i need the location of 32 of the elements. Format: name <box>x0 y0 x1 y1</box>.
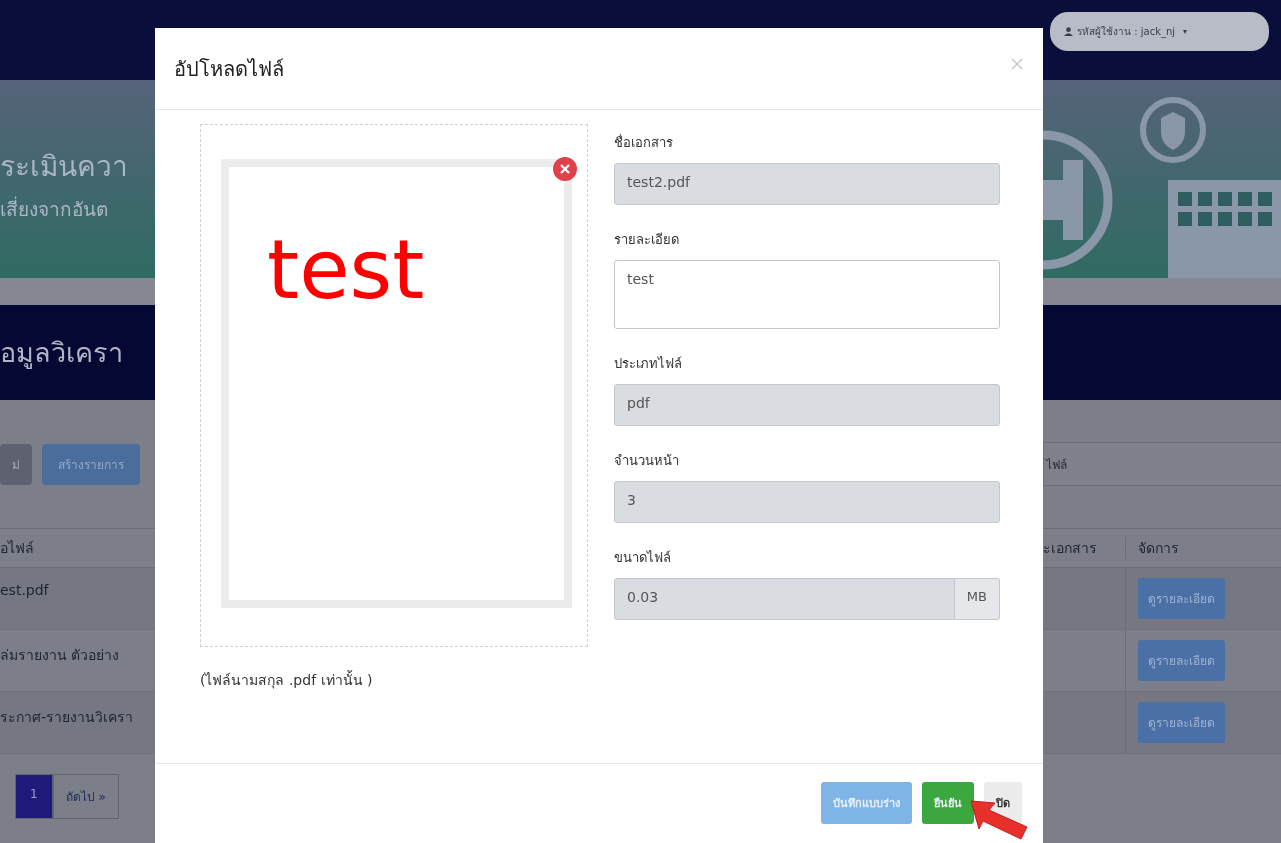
table-cell: est.pdf <box>0 568 155 630</box>
search-field[interactable]: ไฟล์ <box>1043 442 1281 486</box>
banner-title: ระเมินควา <box>0 149 129 185</box>
field-label: ชื่อเอกสาร <box>614 133 674 152</box>
dialog-button[interactable]: ยืนยัน <box>922 782 974 824</box>
user-menu[interactable]: รหัสผู้ใช้งาน : jack_nj ▾ <box>1050 12 1269 51</box>
textarea-field[interactable]: test <box>614 260 1000 329</box>
dropzone[interactable]: test <box>200 124 588 647</box>
table-header: ะเอกสาร <box>1043 537 1126 559</box>
field-label: จำนวนหน้า <box>614 452 680 470</box>
field-label: รายละเอียด <box>614 231 680 249</box>
table-header: จัดการ <box>1137 539 1180 558</box>
table-cell: ระกาศ-รายงานวิเครา <box>0 692 155 754</box>
page-link[interactable]: ถัดไป » <box>52 774 119 819</box>
dialog-title: อัปโหลดไฟล์ <box>174 55 284 83</box>
preview-text: test <box>267 229 426 311</box>
section-title: อมูลวิเครา <box>0 336 123 371</box>
detail-button[interactable]: ดูรายละเอียด <box>1138 702 1225 743</box>
detail-button[interactable]: ดูรายละเอียด <box>1138 578 1225 619</box>
detail-button[interactable]: ดูรายละเอียด <box>1138 640 1225 681</box>
page-link[interactable]: 1 <box>15 774 53 819</box>
remove-icon[interactable] <box>553 157 577 181</box>
file-type-hint: (ไฟล์นามสกุล .pdf เท่านั้น ) <box>200 669 374 691</box>
banner-subtitle: เสี่ยงจากอันต <box>0 195 109 222</box>
user-icon <box>1064 27 1073 36</box>
toolbar-button[interactable]: ม่ <box>0 443 32 485</box>
field-label: ประเภทไฟล์ <box>614 355 683 373</box>
field-label: ขนาดไฟล์ <box>614 549 672 567</box>
user-label: รหัสผู้ใช้งาน : jack_nj <box>1077 25 1176 39</box>
caret-icon: ▾ <box>1183 27 1188 36</box>
toolbar-button[interactable]: สร้างรายการ <box>42 443 140 485</box>
unit-addon: MB <box>954 578 1000 620</box>
